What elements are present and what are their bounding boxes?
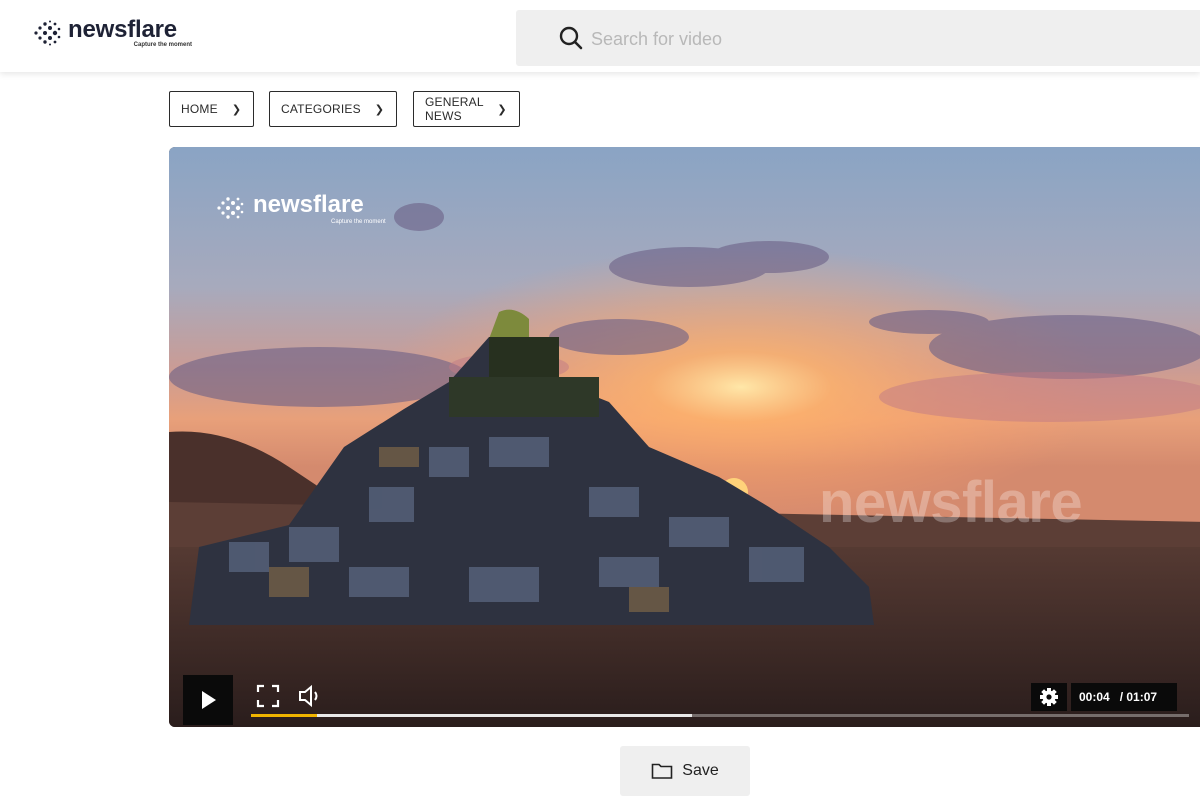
watermark-logo-text: newsflare <box>253 191 364 218</box>
duration: / 01:07 <box>1119 690 1158 704</box>
breadcrumb-label: CATEGORIES <box>281 102 361 116</box>
volume-icon[interactable] <box>297 683 325 709</box>
breadcrumb-general-news[interactable]: GENERAL NEWS ❯ <box>413 91 520 127</box>
settings-button[interactable] <box>1031 683 1067 711</box>
breadcrumb-categories[interactable]: CATEGORIES ❯ <box>269 91 398 127</box>
breadcrumb-label: GENERAL NEWS <box>425 95 484 123</box>
save-label: Save <box>682 762 719 779</box>
play-icon <box>202 691 216 709</box>
time-display: 00:04 / 01:07 <box>1071 683 1177 711</box>
progress-bar[interactable] <box>251 714 1189 717</box>
breadcrumb-label: HOME <box>181 102 218 116</box>
video-frame <box>169 147 1200 727</box>
progress-played <box>251 714 317 717</box>
search-bar[interactable] <box>516 10 1200 66</box>
watermark-logo-tagline: Capture the moment <box>331 219 386 225</box>
logo-tagline: Capture the moment <box>133 42 192 48</box>
logo-dots-icon <box>217 197 244 219</box>
gear-icon <box>1040 688 1058 706</box>
chevron-right-icon: ❯ <box>374 103 385 116</box>
play-button[interactable] <box>183 675 233 725</box>
site-header: newsflare Capture the moment <box>0 0 1200 72</box>
video-player[interactable]: newsflare Capture the moment newsflare 0… <box>169 147 1200 727</box>
chevron-right-icon: ❯ <box>497 103 507 116</box>
breadcrumb-home[interactable]: HOME ❯ <box>169 91 255 127</box>
folder-icon <box>651 763 673 779</box>
fullscreen-icon[interactable] <box>255 683 281 709</box>
logo-dots-icon <box>34 20 61 46</box>
search-input[interactable] <box>589 20 1153 58</box>
logo-text: newsflare <box>68 16 177 43</box>
chevron-right-icon: ❯ <box>231 103 242 116</box>
current-time: 00:04 <box>1079 690 1110 704</box>
watermark-text: newsflare <box>819 470 1083 535</box>
search-icon[interactable] <box>558 25 584 51</box>
save-button[interactable]: Save <box>620 746 750 796</box>
progress-buffered <box>251 714 692 717</box>
